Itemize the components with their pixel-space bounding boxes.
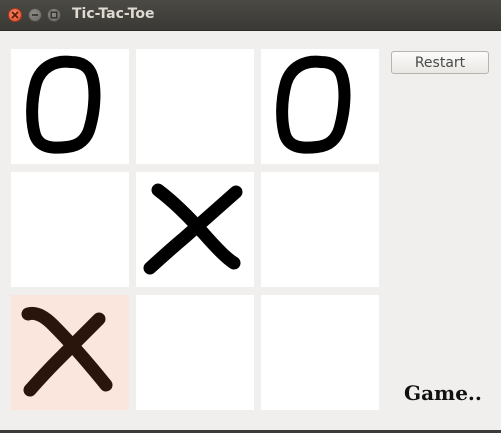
board-cell-4[interactable] <box>11 172 129 287</box>
window-title: Tic-Tac-Toe <box>72 6 155 22</box>
close-icon <box>11 11 19 19</box>
board-cell-6[interactable] <box>261 172 379 287</box>
game-status: Game.. <box>404 381 482 405</box>
board-cell-5[interactable] <box>136 172 254 287</box>
close-window-button[interactable] <box>8 8 22 22</box>
x-mark-icon <box>21 306 113 397</box>
title-bar: Tic-Tac-Toe <box>0 0 501 31</box>
maximize-window-button[interactable] <box>47 8 61 22</box>
board-cell-7[interactable] <box>11 295 129 410</box>
restart-button[interactable]: Restart <box>391 51 489 74</box>
board-cell-3[interactable] <box>261 49 379 164</box>
board-cell-2[interactable] <box>136 49 254 164</box>
x-mark-icon <box>143 183 243 275</box>
board-cell-9[interactable] <box>261 295 379 410</box>
o-mark-icon <box>26 55 101 154</box>
maximize-icon <box>50 11 58 19</box>
board-cell-8[interactable] <box>136 295 254 410</box>
minimize-window-button[interactable] <box>28 8 42 22</box>
board-cell-1[interactable] <box>11 49 129 164</box>
minimize-icon <box>32 14 38 16</box>
app-window: Tic-Tac-Toe Restart Game.. <box>0 0 501 430</box>
o-mark-icon <box>276 55 351 154</box>
